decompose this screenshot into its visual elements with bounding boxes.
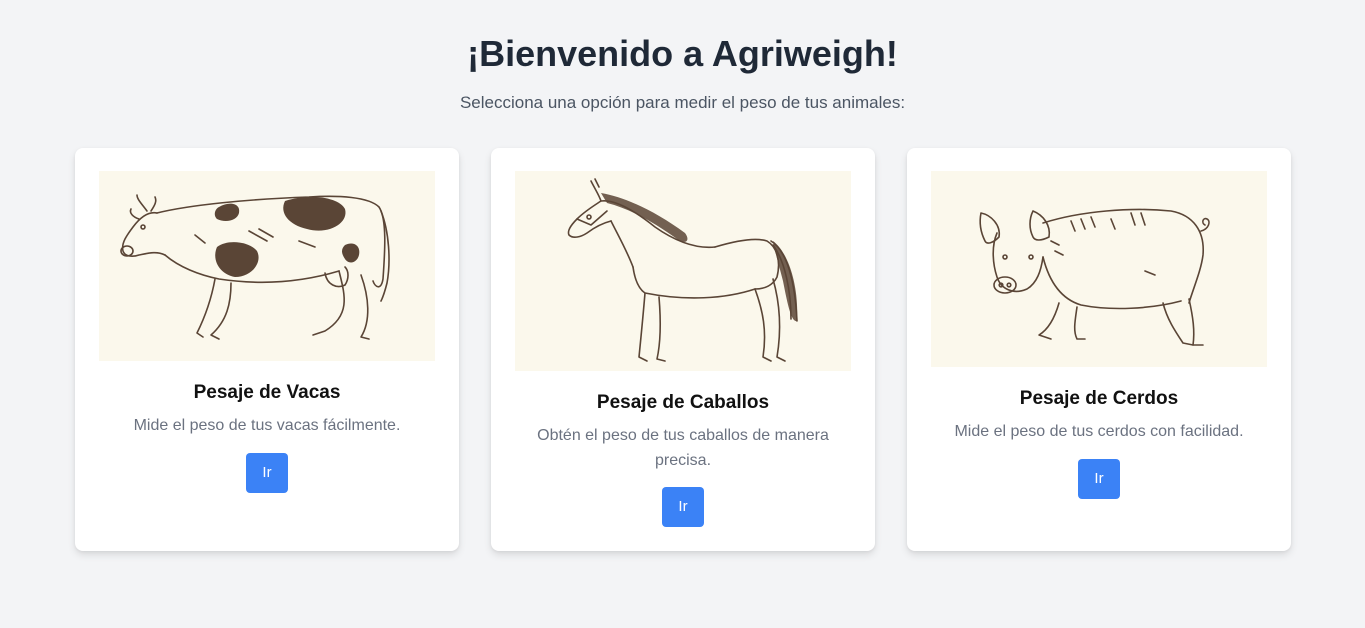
cow-illustration — [120, 194, 390, 340]
horse-image — [515, 171, 851, 371]
card-description: Obtén el peso de tus caballos de manera … — [537, 427, 829, 469]
page-title: ¡Bienvenido a Agriweigh! — [467, 33, 898, 74]
card-horses: Pesaje de Caballos Obtén el peso de tus … — [491, 148, 875, 551]
pig-illustration — [979, 208, 1210, 346]
card-pigs: Pesaje de Cerdos Mide el peso de tus cer… — [907, 148, 1291, 551]
card-description: Mide el peso de tus vacas fácilmente. — [133, 417, 401, 434]
card-title: Pesaje de Cerdos — [1019, 388, 1179, 409]
go-button-pigs[interactable]: Ir — [1078, 459, 1120, 499]
page-subtitle: Selecciona una opción para medir el peso… — [459, 93, 906, 112]
card-title: Pesaje de Vacas — [193, 382, 341, 403]
go-button-horses[interactable]: Ir — [662, 487, 704, 527]
card-title: Pesaje de Caballos — [596, 392, 770, 413]
card-description: Mide el peso de tus cerdos con facilidad… — [954, 423, 1244, 440]
horse-illustration — [567, 178, 798, 362]
go-button-cows[interactable]: Ir — [246, 453, 288, 493]
card-cows: Pesaje de Vacas Mide el peso de tus vaca… — [75, 148, 459, 551]
page: ¡Bienvenido a Agriweigh! Selecciona una … — [0, 0, 1365, 628]
cow-image — [99, 171, 435, 361]
pig-image — [931, 171, 1267, 367]
